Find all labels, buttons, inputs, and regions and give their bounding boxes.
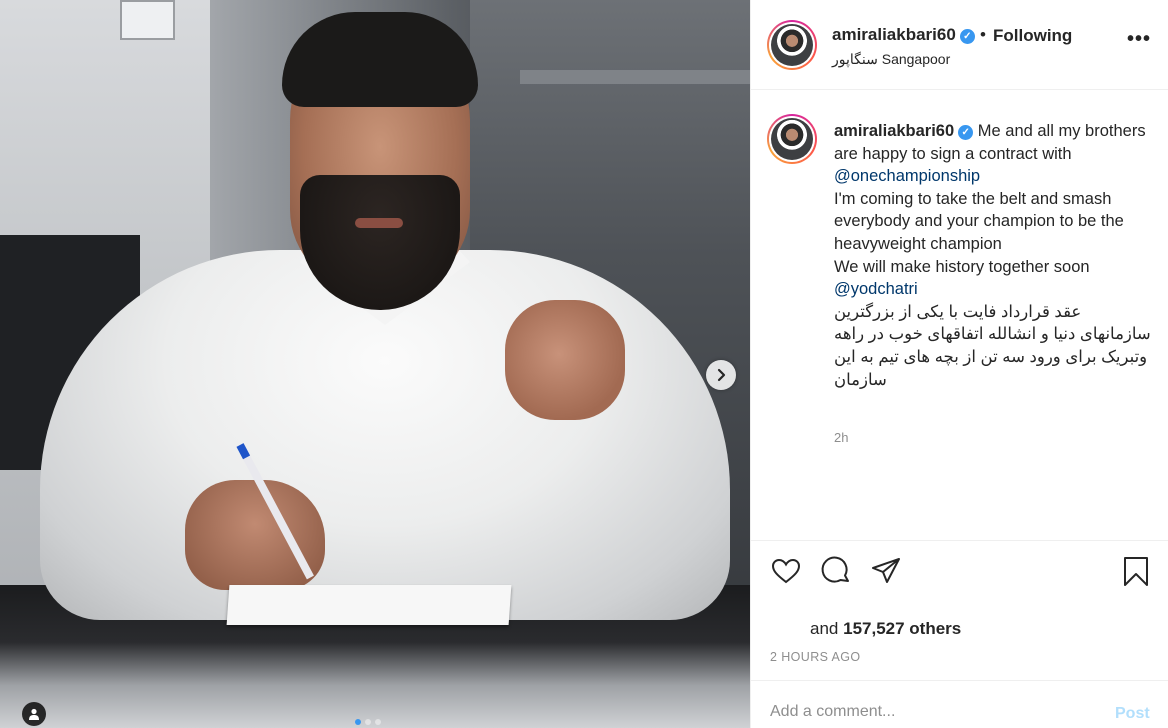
mention-link[interactable]: @yodchatri xyxy=(834,278,1154,301)
caption-line-persian: عقد قرارداد فایت با یکی از بزرگترین سازم… xyxy=(834,302,1151,344)
likes-count[interactable]: 157,527 others xyxy=(843,619,961,638)
comment-input[interactable] xyxy=(770,703,1090,721)
bookmark-icon[interactable] xyxy=(1120,555,1152,587)
action-bar xyxy=(751,540,1168,600)
carousel-dot xyxy=(365,719,371,725)
photo-person-mouth xyxy=(355,218,403,228)
location-link[interactable]: سنگاپور Sangapoor xyxy=(832,51,950,68)
photo-background-shelf xyxy=(520,70,750,84)
caption-avatar[interactable] xyxy=(767,114,817,164)
photo-person-hair xyxy=(282,12,478,107)
verified-badge-icon: ✓ xyxy=(959,29,975,44)
likes-prefix: and xyxy=(810,619,839,638)
post-comment-button[interactable]: Post xyxy=(1115,705,1150,723)
caption-line-persian: وتبریک برای ورود سه تن از بچه های تیم به… xyxy=(834,347,1148,389)
caption-line: I'm coming to take the belt and smash ev… xyxy=(834,189,1124,253)
heart-icon[interactable] xyxy=(770,555,802,587)
carousel-dot xyxy=(355,719,361,725)
post-caption: amiraliakbari60 ✓ Me and all my brothers … xyxy=(751,90,1168,540)
posted-timestamp[interactable]: 2 HOURS AGO xyxy=(770,650,861,664)
mention-link[interactable]: @onechampionship xyxy=(834,167,980,185)
share-icon[interactable] xyxy=(870,555,902,587)
avatar-image xyxy=(771,118,813,160)
avatar-image xyxy=(771,24,813,66)
caption-username[interactable]: amiraliakbari60 xyxy=(834,122,954,140)
photo-contract-paper xyxy=(226,585,512,625)
carousel-indicator xyxy=(355,719,381,725)
more-options-icon[interactable]: ••• xyxy=(1127,28,1151,51)
username-link[interactable]: amiraliakbari60 ✓ xyxy=(832,25,975,45)
caption-line: We will make history together soon xyxy=(834,257,1090,276)
verified-badge-icon: ✓ xyxy=(958,125,974,140)
separator-dot: • xyxy=(980,25,986,44)
carousel-next-button[interactable] xyxy=(706,360,736,390)
post-photo[interactable] xyxy=(0,0,750,728)
caption-timestamp[interactable]: 2h xyxy=(834,430,848,445)
photo-background-door xyxy=(120,0,175,40)
comment-form: Post xyxy=(751,680,1168,728)
avatar[interactable] xyxy=(767,20,817,70)
chevron-right-icon xyxy=(717,368,726,382)
comment-icon[interactable] xyxy=(820,555,852,587)
tagged-users-button[interactable] xyxy=(22,702,46,726)
likes-summary[interactable]: and 157,527 others xyxy=(810,619,961,639)
user-icon xyxy=(29,708,39,720)
carousel-dot xyxy=(375,719,381,725)
username-text: amiraliakbari60 xyxy=(832,25,956,44)
post-side-panel: amiraliakbari60 ✓ • Following سنگاپور San… xyxy=(750,0,1168,728)
post-header: amiraliakbari60 ✓ • Following سنگاپور San… xyxy=(751,0,1168,90)
photo-person-fist xyxy=(505,300,625,420)
following-button[interactable]: Following xyxy=(993,26,1072,46)
caption-text: amiraliakbari60 ✓ Me and all my brothers … xyxy=(834,120,1154,391)
